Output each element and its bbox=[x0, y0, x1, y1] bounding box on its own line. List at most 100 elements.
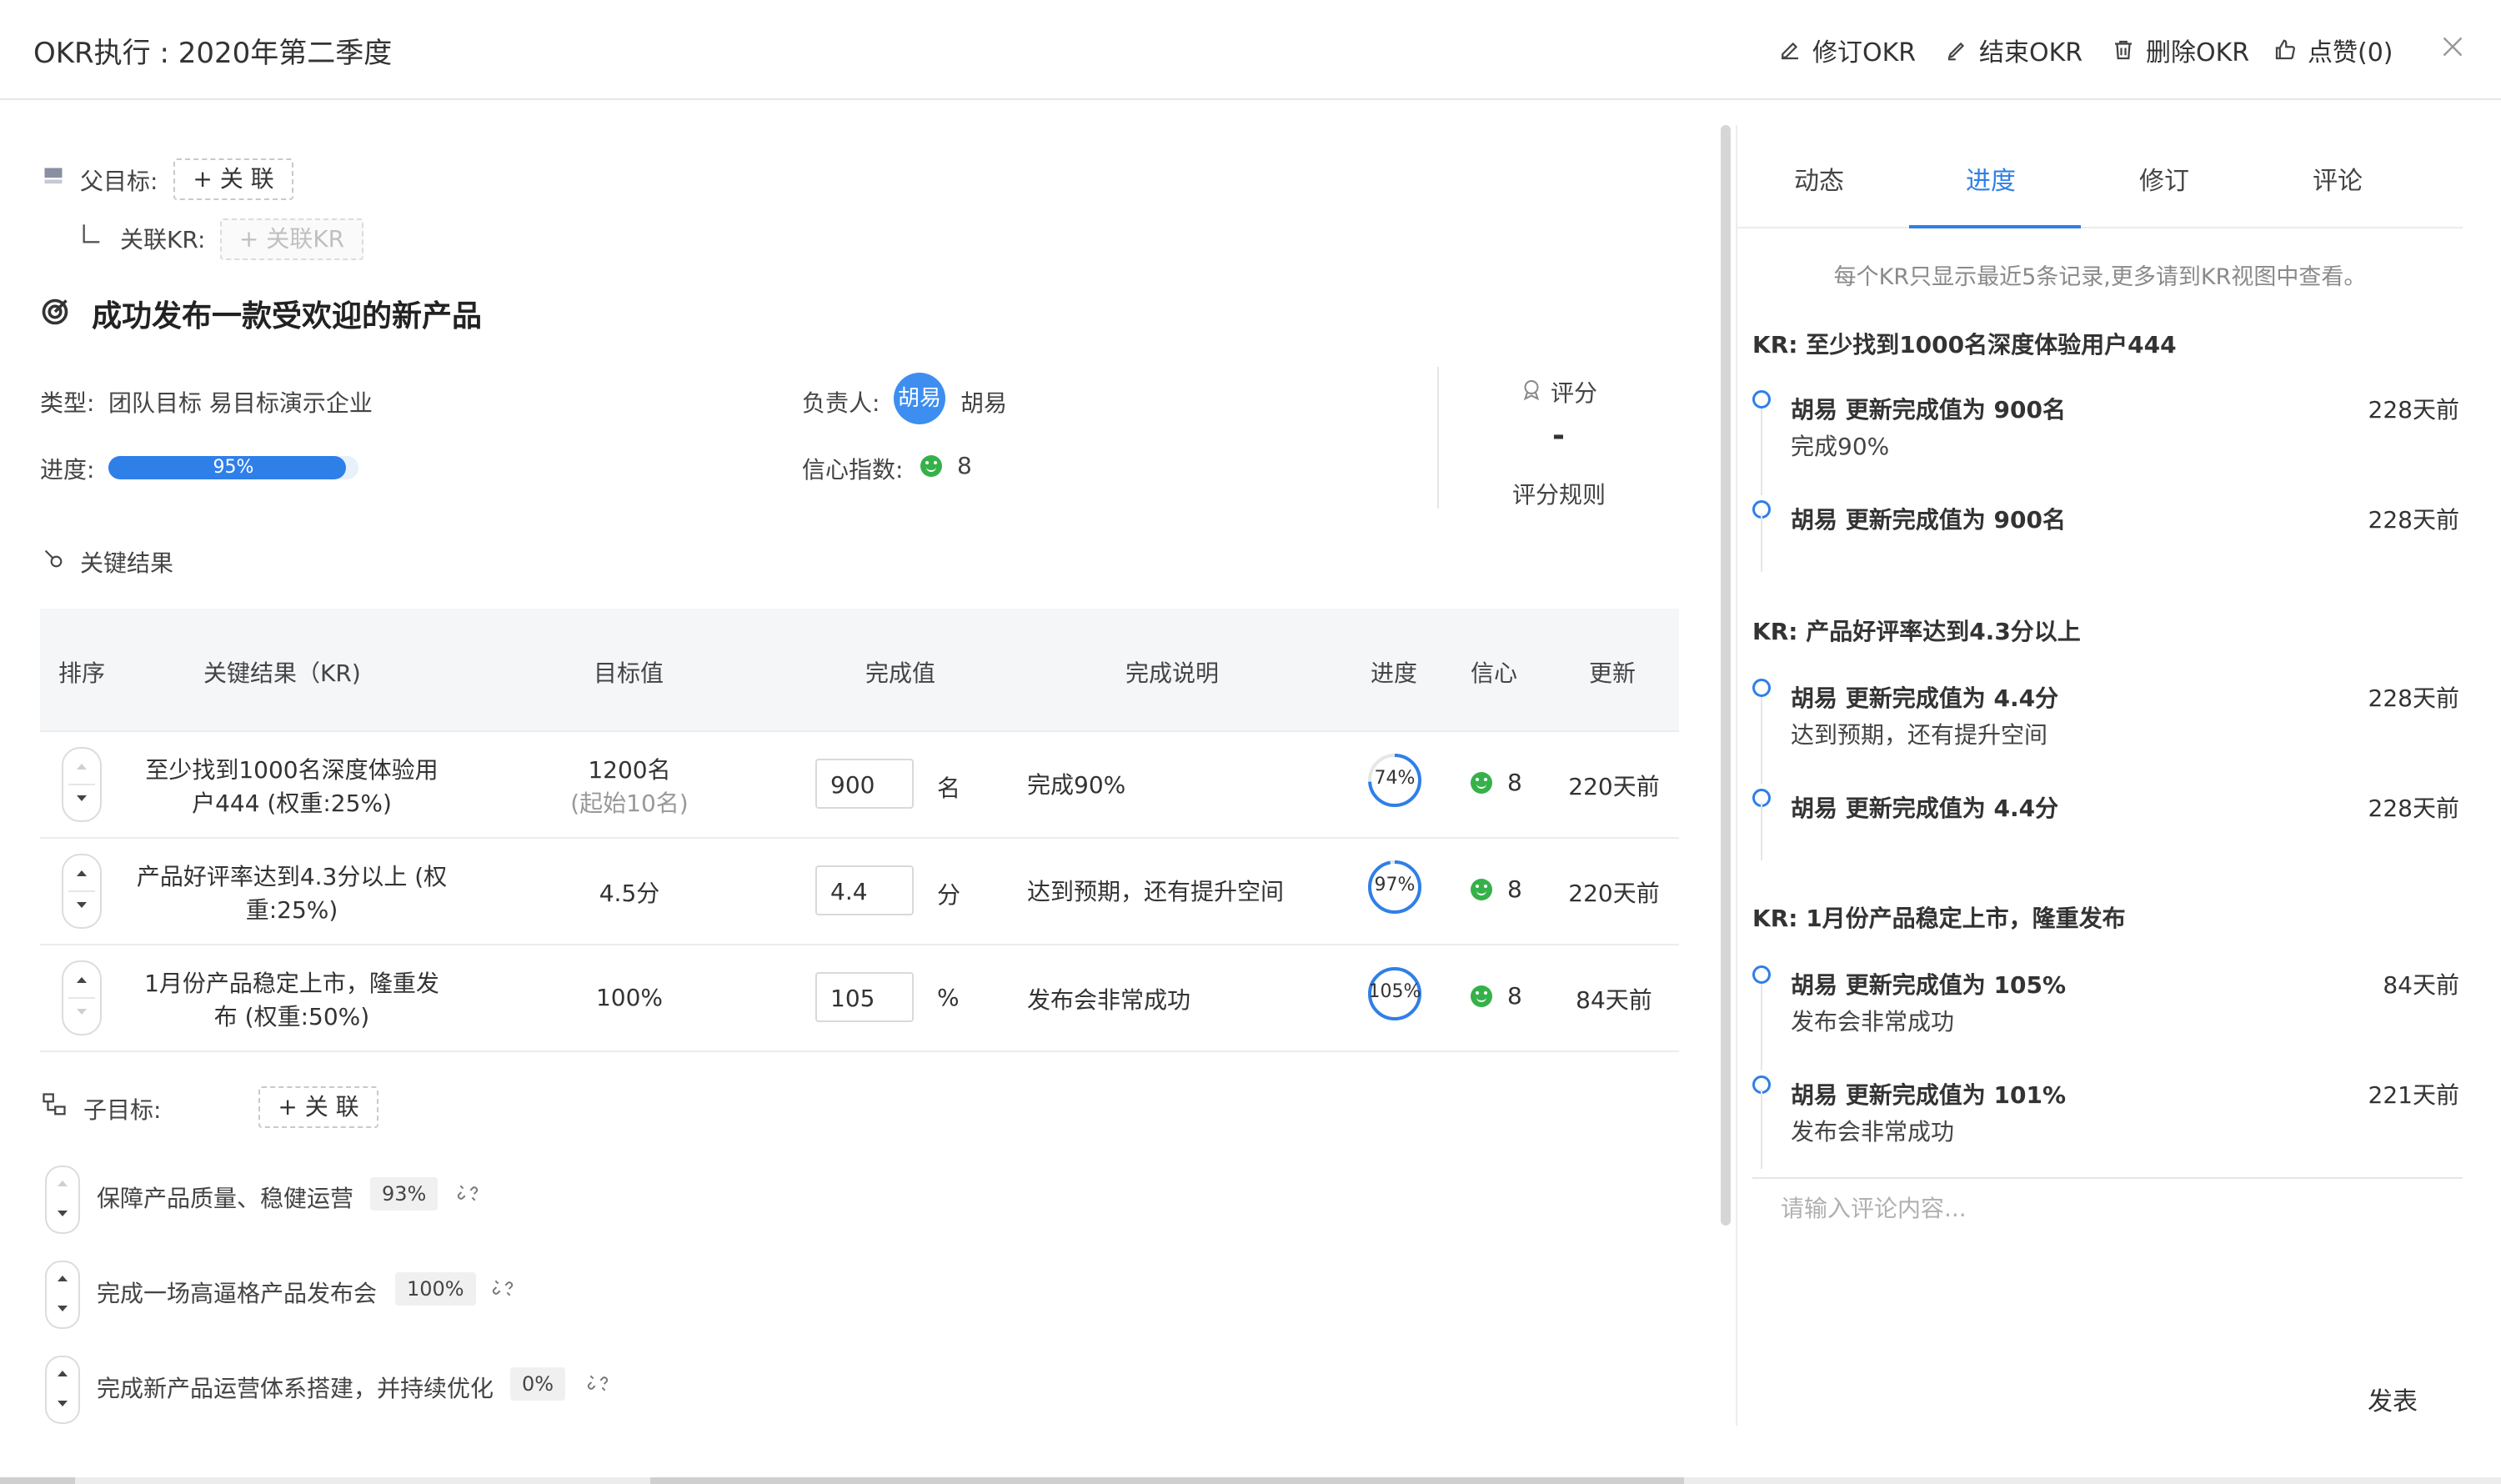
log-sub: 发布会非常成功 bbox=[1791, 1008, 1955, 1035]
revise-okr-label: 修订OKR bbox=[1812, 38, 1917, 68]
progress-label: 进度: bbox=[40, 456, 95, 484]
tab-revision[interactable]: 修订 bbox=[2139, 160, 2189, 197]
bottom-scrollbar bbox=[0, 1477, 2501, 1484]
sort-down-icon[interactable] bbox=[58, 1401, 68, 1406]
sort-up-icon[interactable] bbox=[58, 1276, 68, 1281]
kr-target: 4.5分 bbox=[517, 875, 742, 909]
child-sort-control[interactable] bbox=[45, 1261, 80, 1329]
kr-progress-text: 74% bbox=[1374, 768, 1416, 789]
sort-down-icon[interactable] bbox=[58, 1211, 68, 1216]
scroll-segment bbox=[0, 1477, 75, 1484]
log-main: 胡易 更新完成值为 900名 bbox=[1791, 396, 2066, 424]
sub-objectives-icon bbox=[43, 1093, 66, 1116]
confidence-label: 信心指数: bbox=[802, 456, 904, 484]
th-kr: 关键结果（KR) bbox=[203, 659, 361, 687]
log-time: 228天前 bbox=[2368, 396, 2459, 424]
tree-branch-icon bbox=[83, 224, 100, 243]
timeline-line bbox=[1761, 979, 1762, 1070]
unlink-icon[interactable] bbox=[492, 1277, 514, 1299]
th-desc: 完成说明 bbox=[1125, 659, 1220, 687]
link-kr-button[interactable]: + 关联KR bbox=[220, 218, 363, 260]
child-progress-badge: 93% bbox=[370, 1177, 439, 1211]
publish-button[interactable]: 发表 bbox=[2368, 1381, 2418, 1417]
score-value: - bbox=[1552, 419, 1565, 453]
unlink-icon[interactable] bbox=[457, 1182, 479, 1204]
thumbs-up-icon bbox=[2275, 39, 2295, 60]
sort-down-icon[interactable] bbox=[77, 1009, 87, 1015]
scroll-segment bbox=[650, 1477, 1684, 1484]
close-icon[interactable] bbox=[2438, 32, 2468, 62]
kr-sort-control[interactable] bbox=[62, 747, 102, 822]
child-progress-badge: 100% bbox=[395, 1272, 476, 1306]
log-main: 胡易 更新完成值为 4.4分 bbox=[1791, 684, 2059, 712]
unlink-icon[interactable] bbox=[587, 1372, 609, 1394]
row-divider bbox=[40, 944, 1679, 945]
th-progress: 进度 bbox=[1371, 659, 1418, 687]
kr-done-input[interactable]: 4.4 bbox=[815, 865, 914, 915]
kr-name-line2: 户444 (权重:25%) bbox=[192, 790, 392, 817]
kr-done-input[interactable]: 105 bbox=[815, 972, 914, 1022]
kr-name-line1: 1月份产品稳定上市，隆重发 bbox=[144, 970, 439, 997]
kr-target: 1200名 (起始10名) bbox=[517, 752, 742, 819]
sort-up-icon[interactable] bbox=[77, 870, 87, 876]
timeline-line bbox=[1761, 692, 1762, 784]
child-objective-name[interactable]: 保障产品质量、稳健运营 bbox=[97, 1181, 353, 1214]
timeline-dot bbox=[1752, 679, 1771, 697]
kr-done-input[interactable]: 900 bbox=[815, 759, 914, 809]
sort-up-icon[interactable] bbox=[58, 1181, 68, 1186]
comment-input[interactable]: 请输入评论内容... bbox=[1781, 1191, 1967, 1224]
score-rule-link[interactable]: 评分规则 bbox=[1512, 477, 1606, 510]
like-label: 点赞(0) bbox=[2308, 38, 2393, 68]
child-sort-control[interactable] bbox=[45, 1166, 80, 1234]
sort-down-icon[interactable] bbox=[77, 795, 87, 801]
kr-group-title: KR: 产品好评率达到4.3分以上 bbox=[1752, 618, 2081, 645]
sort-down-icon[interactable] bbox=[58, 1306, 68, 1311]
kr-name[interactable]: 1月份产品稳定上市，隆重发 布 (权重:50%) bbox=[125, 965, 459, 1032]
timeline-dot bbox=[1752, 390, 1771, 409]
tab-comments[interactable]: 评论 bbox=[2313, 160, 2363, 197]
finish-okr-button[interactable]: 结束OKR bbox=[1944, 32, 2082, 68]
child-objective-name[interactable]: 完成新产品运营体系搭建，并持续优化 bbox=[97, 1371, 494, 1404]
sort-up-icon[interactable] bbox=[77, 764, 87, 770]
kr-confidence: 8 bbox=[1507, 769, 1522, 796]
kr-target-value: 1200名 bbox=[588, 756, 671, 784]
th-done: 完成值 bbox=[865, 659, 936, 687]
divider bbox=[1437, 367, 1439, 509]
delete-okr-button[interactable]: 删除OKR bbox=[2111, 32, 2249, 68]
kr-name[interactable]: 至少找到1000名深度体验用 户444 (权重:25%) bbox=[125, 752, 459, 819]
key-results-icon bbox=[44, 549, 63, 568]
revise-okr-button[interactable]: 修订OKR bbox=[1777, 32, 1916, 68]
link-child-button[interactable]: + 关 联 bbox=[258, 1086, 378, 1128]
tab-progress[interactable]: 进度 bbox=[1966, 160, 2016, 197]
medal-icon bbox=[1523, 380, 1540, 401]
kr-confidence: 8 bbox=[1507, 875, 1522, 903]
edit-icon bbox=[1782, 42, 1798, 60]
link-parent-button[interactable]: + 关 联 bbox=[173, 158, 293, 200]
child-objective-name[interactable]: 完成一场高逼格产品发布会 bbox=[97, 1276, 377, 1309]
objective-progress-bar: 95% bbox=[108, 456, 358, 479]
like-button[interactable]: 点赞(0) bbox=[2273, 32, 2393, 68]
kr-sort-control[interactable] bbox=[62, 854, 102, 929]
kr-updated: 220天前 bbox=[1568, 880, 1660, 907]
th-sort: 排序 bbox=[58, 659, 106, 687]
child-sort-control[interactable] bbox=[45, 1356, 80, 1424]
owner-label: 负责人: bbox=[802, 389, 880, 417]
tab-activity[interactable]: 动态 bbox=[1794, 160, 1844, 197]
smile-icon bbox=[1471, 985, 1492, 1007]
kr-target: 100% bbox=[517, 984, 742, 1011]
kr-name-line2: 布 (权重:50%) bbox=[213, 1003, 370, 1030]
okr-header: OKR执行 : 2020年第二季度 修订OKR 结束OKR 删除OKR 点赞(0… bbox=[0, 0, 2501, 100]
timeline-line bbox=[1761, 514, 1762, 572]
kr-sort-control[interactable] bbox=[62, 960, 102, 1035]
scrollbar[interactable] bbox=[1721, 125, 1731, 1226]
sort-up-icon[interactable] bbox=[77, 977, 87, 983]
sort-down-icon[interactable] bbox=[77, 902, 87, 908]
log-time: 84天前 bbox=[2383, 971, 2459, 999]
kr-name[interactable]: 产品好评率达到4.3分以上 (权 重:25%) bbox=[125, 859, 459, 925]
th-updated: 更新 bbox=[1589, 659, 1636, 687]
kr-name-line1: 产品好评率达到4.3分以上 (权 bbox=[136, 863, 448, 890]
objective-progress-text: 95% bbox=[213, 457, 254, 478]
sort-up-icon[interactable] bbox=[58, 1371, 68, 1376]
avatar[interactable]: 胡易 bbox=[894, 373, 945, 424]
log-main: 胡易 更新完成值为 4.4分 bbox=[1791, 795, 2059, 822]
